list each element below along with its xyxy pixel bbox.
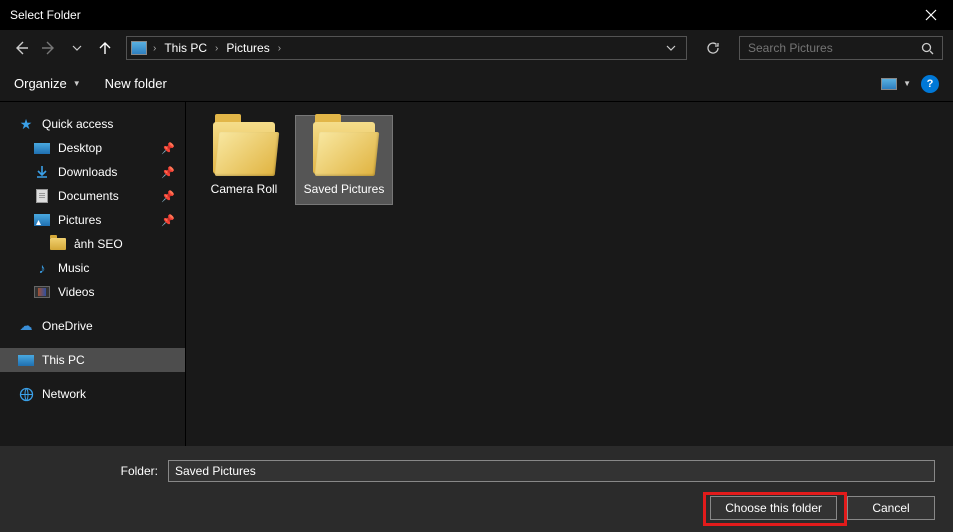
- content-pane[interactable]: Camera Roll Saved Pictures: [186, 102, 953, 458]
- pc-icon: [18, 355, 34, 366]
- close-icon: [925, 9, 937, 21]
- search-input[interactable]: [748, 41, 921, 55]
- chevron-right-icon: ›: [278, 43, 281, 54]
- folder-item[interactable]: Saved Pictures: [296, 116, 392, 204]
- network-icon: [18, 386, 34, 402]
- chevron-down-icon: [72, 43, 82, 53]
- sidebar-network[interactable]: Network: [0, 382, 185, 406]
- arrow-up-icon: [97, 40, 113, 56]
- view-icon: [881, 78, 897, 90]
- chevron-down-icon: [666, 43, 676, 53]
- back-button[interactable]: [10, 37, 32, 59]
- forward-button[interactable]: [38, 37, 60, 59]
- toolbar: Organize ▼ New folder ▼ ?: [0, 66, 953, 102]
- sidebar-downloads[interactable]: Downloads 📌: [0, 160, 185, 184]
- pin-icon: 📌: [161, 214, 175, 227]
- sidebar-onedrive[interactable]: ☁ OneDrive: [0, 314, 185, 338]
- sidebar-music[interactable]: ♪ Music: [0, 256, 185, 280]
- title-bar: Select Folder: [0, 0, 953, 30]
- video-icon: [34, 286, 50, 298]
- chevron-right-icon: ›: [215, 43, 218, 54]
- pin-icon: 📌: [161, 142, 175, 155]
- close-button[interactable]: [908, 0, 953, 30]
- refresh-button[interactable]: [699, 36, 727, 60]
- arrow-right-icon: [41, 40, 57, 56]
- organize-label: Organize: [14, 76, 67, 91]
- view-button[interactable]: ▼: [881, 78, 911, 90]
- folder-input[interactable]: [168, 460, 935, 482]
- chevron-down-icon: ▼: [903, 79, 911, 88]
- pc-icon: [131, 41, 147, 55]
- address-dropdown[interactable]: [660, 43, 682, 53]
- sidebar-pictures[interactable]: Pictures 📌: [0, 208, 185, 232]
- desktop-icon: [34, 143, 50, 154]
- help-button[interactable]: ?: [921, 75, 939, 93]
- sidebar-documents[interactable]: Documents 📌: [0, 184, 185, 208]
- sidebar-desktop[interactable]: Desktop 📌: [0, 136, 185, 160]
- window-title: Select Folder: [10, 8, 81, 22]
- footer: Folder: Choose this folder Cancel: [0, 446, 953, 532]
- star-icon: ★: [18, 116, 34, 132]
- nav-row: › This PC › Pictures ›: [0, 30, 953, 66]
- search-box[interactable]: [739, 36, 943, 60]
- new-folder-button[interactable]: New folder: [105, 76, 167, 91]
- sidebar-this-pc[interactable]: This PC: [0, 348, 185, 372]
- folder-icon: [313, 122, 375, 174]
- up-button[interactable]: [94, 37, 116, 59]
- new-folder-label: New folder: [105, 76, 167, 91]
- folder-name: Camera Roll: [211, 182, 278, 196]
- folder-icon: [213, 122, 275, 174]
- folder-item[interactable]: Camera Roll: [196, 116, 292, 204]
- download-icon: [34, 164, 50, 180]
- breadcrumb-root[interactable]: This PC: [162, 41, 209, 55]
- folder-icon: [50, 238, 66, 250]
- choose-folder-button[interactable]: Choose this folder: [710, 496, 837, 520]
- refresh-icon: [706, 41, 720, 55]
- cloud-icon: ☁: [18, 318, 34, 334]
- music-icon: ♪: [34, 260, 50, 276]
- chevron-down-icon: ▼: [73, 79, 81, 88]
- organize-button[interactable]: Organize ▼: [14, 76, 81, 91]
- sidebar-quick-access[interactable]: ★ Quick access: [0, 112, 185, 136]
- sidebar-videos[interactable]: Videos: [0, 280, 185, 304]
- recent-dropdown[interactable]: [66, 37, 88, 59]
- arrow-left-icon: [13, 40, 29, 56]
- chevron-right-icon: ›: [153, 43, 156, 54]
- pictures-icon: [34, 214, 50, 226]
- cancel-button[interactable]: Cancel: [847, 496, 935, 520]
- folder-label: Folder:: [18, 464, 158, 478]
- search-icon: [921, 42, 934, 55]
- sidebar: ★ Quick access Desktop 📌 Downloads 📌 Doc…: [0, 102, 186, 458]
- pin-icon: 📌: [161, 190, 175, 203]
- sidebar-anhseo[interactable]: ảnh SEO: [0, 232, 185, 256]
- breadcrumb-current[interactable]: Pictures: [224, 41, 271, 55]
- folder-name: Saved Pictures: [304, 182, 385, 196]
- document-icon: [36, 189, 48, 203]
- pin-icon: 📌: [161, 166, 175, 179]
- address-bar[interactable]: › This PC › Pictures ›: [126, 36, 687, 60]
